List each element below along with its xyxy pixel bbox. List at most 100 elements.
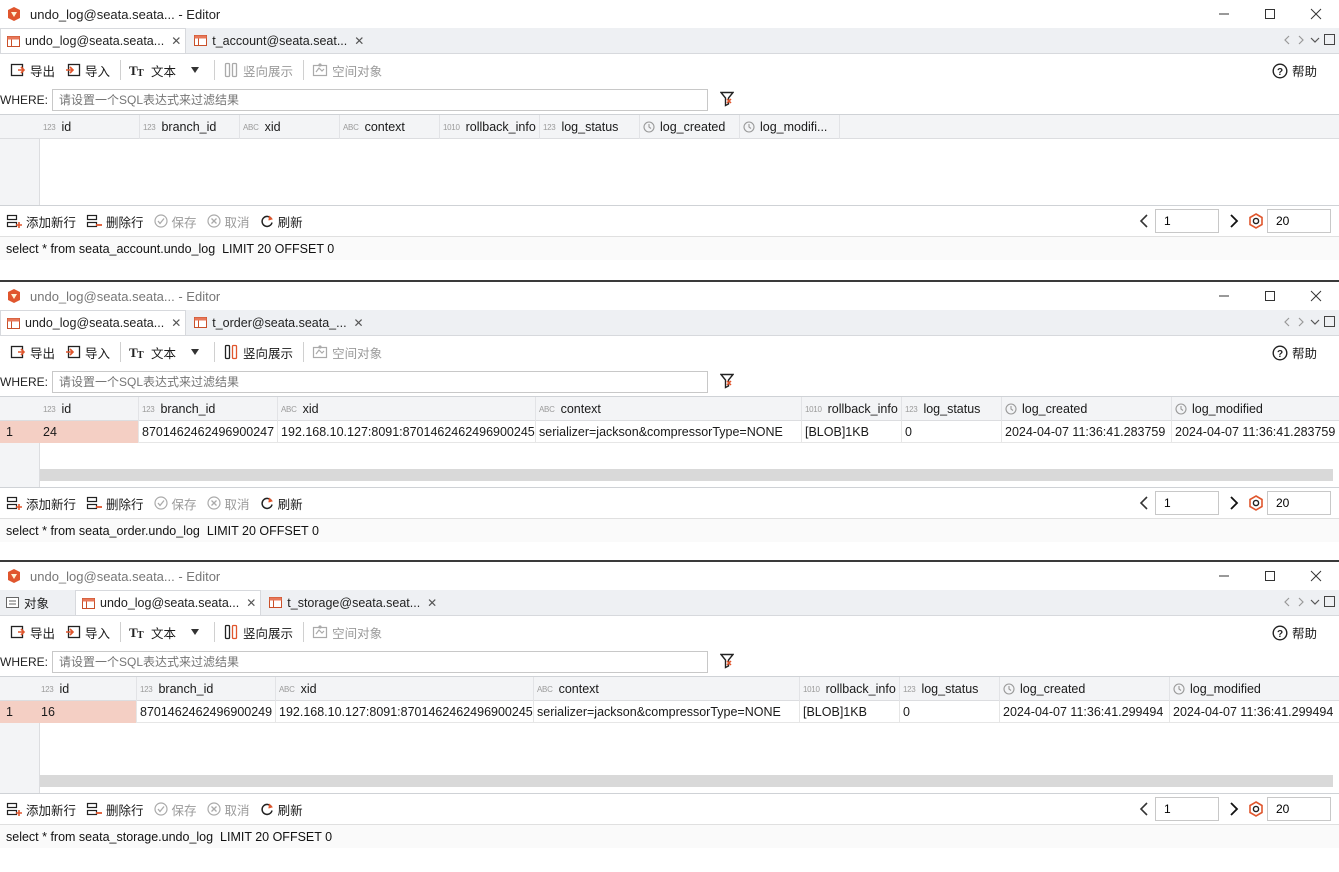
editor-tab[interactable]: t_storage@seata.seat... ✕ (263, 590, 441, 615)
restore-panel-button[interactable] (1324, 316, 1335, 330)
column-header[interactable]: 123 id (40, 397, 139, 421)
table-cell[interactable]: [BLOB]1KB (800, 701, 900, 723)
tab-scroll-right-button[interactable] (1296, 316, 1306, 330)
table-cell[interactable]: 0 (902, 421, 1002, 443)
save-button[interactable]: 保存 (153, 494, 197, 513)
table-cell[interactable]: 16 (38, 701, 137, 723)
help-button[interactable]: ? 帮助 (1272, 623, 1317, 642)
table-cell[interactable]: serializer=jackson&compressorType=NONE (536, 421, 802, 443)
tab-list-button[interactable] (1310, 596, 1320, 610)
minimize-button[interactable] (1201, 282, 1247, 310)
tab-scroll-left-button[interactable] (1282, 34, 1292, 48)
tab-scroll-right-button[interactable] (1296, 596, 1306, 610)
editor-tab[interactable]: undo_log@seata.seata... ✕ (0, 28, 187, 53)
delete-row-button[interactable]: 删除行 (86, 800, 144, 819)
table-cell[interactable]: 24 (40, 421, 139, 443)
page-number-input[interactable] (1155, 209, 1219, 233)
maximize-button[interactable] (1247, 562, 1293, 590)
minimize-button[interactable] (1201, 0, 1247, 28)
import-button[interactable]: 导入 (65, 343, 110, 362)
minimize-button[interactable] (1201, 562, 1247, 590)
column-header[interactable]: ABC context (340, 115, 440, 139)
tab-close-icon[interactable]: ✕ (354, 316, 364, 330)
page-size-input[interactable] (1267, 797, 1331, 821)
filter-clear-button[interactable] (719, 653, 735, 672)
export-button[interactable]: 导出 (10, 623, 55, 642)
text-format-dropdown[interactable] (190, 625, 204, 639)
tab-list-button[interactable] (1310, 34, 1320, 48)
cancel-button[interactable]: 取消 (206, 212, 250, 231)
text-format-dropdown[interactable] (190, 63, 204, 77)
column-header[interactable]: 123 branch_id (137, 677, 276, 701)
prev-page-button[interactable] (1133, 797, 1155, 821)
table-cell[interactable]: 2024-04-07 11:36:41.283759 (1002, 421, 1172, 443)
restore-panel-button[interactable] (1324, 596, 1335, 610)
column-header[interactable]: ABC context (534, 677, 800, 701)
column-header[interactable]: 123 branch_id (140, 115, 240, 139)
refresh-button[interactable]: 刷新 (260, 212, 303, 231)
close-button[interactable] (1293, 282, 1339, 310)
table-cell[interactable]: 0 (900, 701, 1000, 723)
where-filter-input[interactable] (52, 371, 708, 393)
text-format-button[interactable]: T T 文本 (129, 623, 204, 642)
table-cell[interactable]: serializer=jackson&compressorType=NONE (534, 701, 800, 723)
text-format-dropdown[interactable] (190, 345, 204, 359)
editor-tab[interactable]: t_order@seata.seata_... ✕ (188, 310, 367, 335)
filter-clear-button[interactable] (719, 91, 735, 110)
text-format-button[interactable]: T T 文本 (129, 343, 204, 362)
column-header[interactable]: 123 branch_id (139, 397, 278, 421)
page-size-input[interactable] (1267, 209, 1331, 233)
tab-scroll-left-button[interactable] (1282, 596, 1292, 610)
spatial-object-button[interactable]: 空间对象 (312, 623, 382, 642)
column-header[interactable]: ABC xid (278, 397, 536, 421)
column-header[interactable]: 123 log_status (900, 677, 1000, 701)
delete-row-button[interactable]: 删除行 (86, 212, 144, 231)
table-cell[interactable]: 8701462462496900249 (137, 701, 276, 723)
table-cell[interactable]: 192.168.10.127:8091:8701462462496900245 (278, 421, 536, 443)
help-button[interactable]: ? 帮助 (1272, 61, 1317, 80)
spatial-object-button[interactable]: 空间对象 (312, 343, 382, 362)
next-page-button[interactable] (1223, 491, 1245, 515)
table-cell[interactable]: 8701462462496900247 (139, 421, 278, 443)
tab-close-icon[interactable]: ✕ (354, 34, 364, 48)
column-header[interactable]: log_modified (1170, 677, 1339, 701)
prev-page-button[interactable] (1133, 209, 1155, 233)
tab-scroll-left-button[interactable] (1282, 316, 1292, 330)
tab-close-icon[interactable]: ✕ (246, 596, 256, 610)
table-row[interactable]: 1 16 8701462462496900249 192.168.10.127:809… (0, 701, 1339, 723)
column-header[interactable]: log_created (1002, 397, 1172, 421)
column-header[interactable]: 123 log_status (540, 115, 640, 139)
where-filter-input[interactable] (52, 89, 708, 111)
where-filter-input[interactable] (52, 651, 708, 673)
save-button[interactable]: 保存 (153, 800, 197, 819)
vertical-view-button[interactable]: 竖向展示 (223, 61, 293, 80)
spatial-object-button[interactable]: 空间对象 (312, 61, 382, 80)
tab-close-icon[interactable]: ✕ (171, 34, 181, 48)
cancel-button[interactable]: 取消 (206, 800, 250, 819)
table-cell[interactable]: 2024-04-07 11:36:41.299494 (1000, 701, 1170, 723)
vertical-view-button[interactable]: 竖向展示 (223, 343, 293, 362)
refresh-button[interactable]: 刷新 (260, 494, 303, 513)
column-header[interactable]: ABC xid (276, 677, 534, 701)
add-row-button[interactable]: 添加新行 (6, 494, 76, 513)
maximize-button[interactable] (1247, 282, 1293, 310)
cancel-button[interactable]: 取消 (206, 494, 250, 513)
page-size-input[interactable] (1267, 491, 1331, 515)
column-header[interactable]: ABC context (536, 397, 802, 421)
table-cell[interactable]: 2024-04-07 11:36:41.299494 (1170, 701, 1339, 723)
table-cell[interactable]: [BLOB]1KB (802, 421, 902, 443)
horizontal-scrollbar[interactable] (40, 469, 1333, 481)
column-header[interactable]: log_created (1000, 677, 1170, 701)
restore-panel-button[interactable] (1324, 34, 1335, 48)
maximize-button[interactable] (1247, 0, 1293, 28)
import-button[interactable]: 导入 (65, 623, 110, 642)
column-header[interactable]: 123 id (40, 115, 140, 139)
column-header[interactable]: log_modifi... (740, 115, 840, 139)
export-button[interactable]: 导出 (10, 343, 55, 362)
delete-row-button[interactable]: 删除行 (86, 494, 144, 513)
vertical-view-button[interactable]: 竖向展示 (223, 623, 293, 642)
column-header[interactable]: 1010 rollback_info (802, 397, 902, 421)
column-header[interactable]: 123 log_status (902, 397, 1002, 421)
tab-close-icon[interactable]: ✕ (171, 316, 181, 330)
text-format-button[interactable]: T T 文本 (129, 61, 204, 80)
